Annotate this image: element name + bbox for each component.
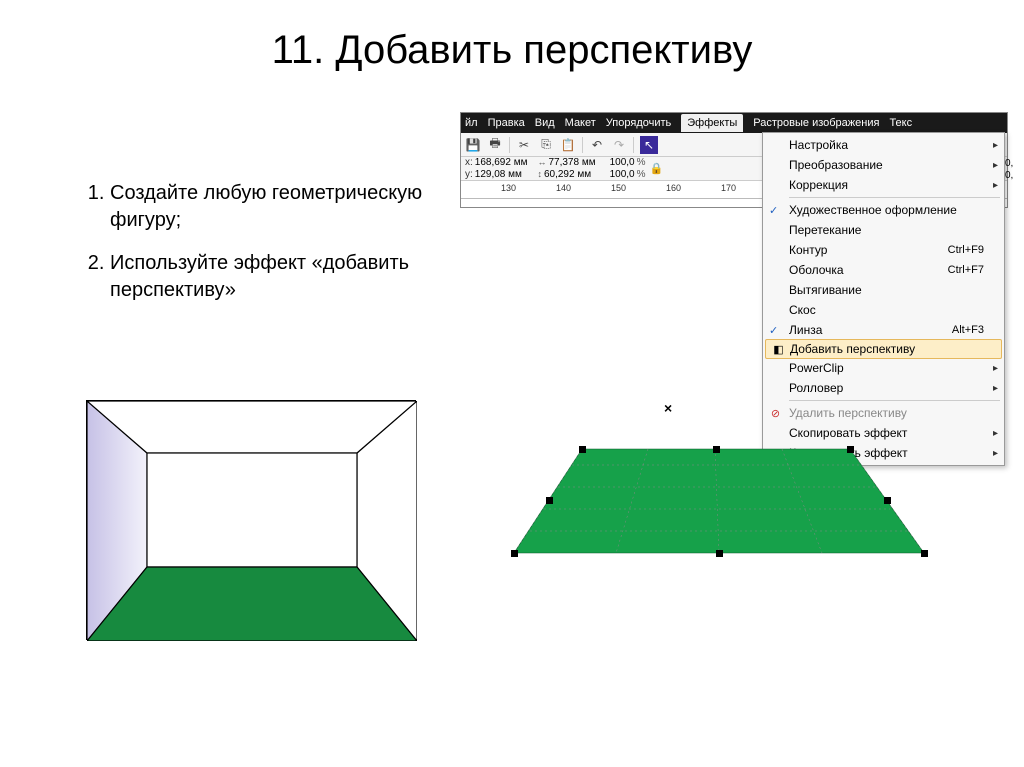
mi-contour[interactable]: КонтурCtrl+F9 — [763, 240, 1004, 260]
menu-text[interactable]: Текс — [889, 117, 912, 129]
mi-transform[interactable]: Преобразование▸ — [763, 155, 1004, 175]
handle-tc[interactable] — [713, 446, 720, 453]
redo-icon[interactable]: ↷ — [611, 137, 627, 153]
handle-bc[interactable] — [716, 550, 723, 557]
check-icon-2: ✓ — [769, 324, 778, 337]
menubar: йл Правка Вид Макет Упорядочить Эффекты … — [461, 113, 1007, 133]
handle-tr[interactable] — [847, 446, 854, 453]
mi-bevel[interactable]: Скос — [763, 300, 1004, 320]
menu-effects[interactable]: Эффекты — [681, 114, 743, 132]
handle-tl[interactable] — [579, 446, 586, 453]
prop-sx[interactable]: 100,0 — [610, 157, 635, 168]
mi-extrude[interactable]: Вытягивание — [763, 280, 1004, 300]
pct1: % — [637, 157, 646, 168]
pct2: % — [637, 169, 646, 180]
undo-icon[interactable]: ↶ — [589, 137, 605, 153]
instruction-2: Используйте эффект «добавить перспективу… — [110, 250, 445, 304]
handle-bl[interactable] — [511, 550, 518, 557]
menu-layout[interactable]: Макет — [565, 117, 596, 129]
menu-file[interactable]: йл — [465, 117, 478, 129]
prop-y[interactable]: 129,08 мм — [475, 169, 522, 180]
mi-blend[interactable]: Перетекание — [763, 220, 1004, 240]
mi-clear-perspective: ⊘Удалить перспективу — [763, 403, 1004, 423]
prop-x[interactable]: 168,692 мм — [475, 157, 528, 168]
prop-h[interactable]: 60,292 мм — [544, 169, 591, 180]
tool-active-icon[interactable]: ↖ — [640, 136, 658, 154]
copy-icon[interactable]: ⎘ — [538, 137, 554, 153]
menu-arrange[interactable]: Упорядочить — [606, 117, 671, 129]
mi-artmedia[interactable]: ✓Художественное оформление — [763, 200, 1004, 220]
slide-title: 11. Добавить перспективу — [0, 0, 1024, 73]
vanishing-point-mark: × — [664, 400, 672, 416]
menu-edit[interactable]: Правка — [488, 117, 525, 129]
ruler-150: 150 — [611, 183, 626, 193]
prop-w[interactable]: 77,378 мм — [548, 157, 595, 168]
mi-copy-effect[interactable]: Скопировать эффект▸ — [763, 423, 1004, 443]
mi-envelope[interactable]: ОболочкаCtrl+F7 — [763, 260, 1004, 280]
menu-view[interactable]: Вид — [535, 117, 555, 129]
ruler-130: 130 — [501, 183, 516, 193]
instruction-1: Создайте любую геометрическую фигуру; — [110, 180, 445, 234]
prop-extra2: 0, — [1005, 170, 1013, 181]
mi-correction[interactable]: Коррекция▸ — [763, 175, 1004, 195]
prop-extra: 0, — [1005, 158, 1013, 169]
handle-ml[interactable] — [546, 497, 553, 504]
handle-mr[interactable] — [884, 497, 891, 504]
effects-dropdown: Настройка▸ Преобразование▸ Коррекция▸ ✓Х… — [762, 132, 1005, 466]
perspective-icon: ◧ — [771, 342, 786, 357]
paste-icon[interactable]: 📋 — [560, 137, 576, 153]
ruler-140: 140 — [556, 183, 571, 193]
instructions-block: Создайте любую геометрическую фигуру; Ис… — [85, 180, 445, 320]
room-svg — [87, 401, 417, 641]
prop-sy[interactable]: 100,0 — [610, 169, 635, 180]
print-icon[interactable]: 🖶 — [487, 137, 503, 153]
mi-add-perspective[interactable]: ◧Добавить перспективу — [765, 339, 1002, 359]
perspective-canvas-shape[interactable] — [500, 445, 940, 560]
save-icon[interactable]: 💾 — [465, 137, 481, 153]
mi-rollover[interactable]: Ролловер▸ — [763, 378, 1004, 398]
lock-icon[interactable]: 🔒 — [650, 162, 664, 175]
menu-bitmaps[interactable]: Растровые изображения — [753, 117, 879, 129]
mi-lens[interactable]: ✓ЛинзаAlt+F3 — [763, 320, 1004, 340]
mi-powerclip[interactable]: PowerClip▸ — [763, 358, 1004, 378]
cut-icon[interactable]: ✂ — [516, 137, 532, 153]
room-perspective-illustration — [86, 400, 416, 640]
ruler-170: 170 — [721, 183, 736, 193]
handle-br[interactable] — [921, 550, 928, 557]
mi-adjust[interactable]: Настройка▸ — [763, 135, 1004, 155]
ruler-160: 160 — [666, 183, 681, 193]
check-icon: ✓ — [769, 204, 778, 217]
forbidden-icon: ⊘ — [768, 406, 783, 421]
